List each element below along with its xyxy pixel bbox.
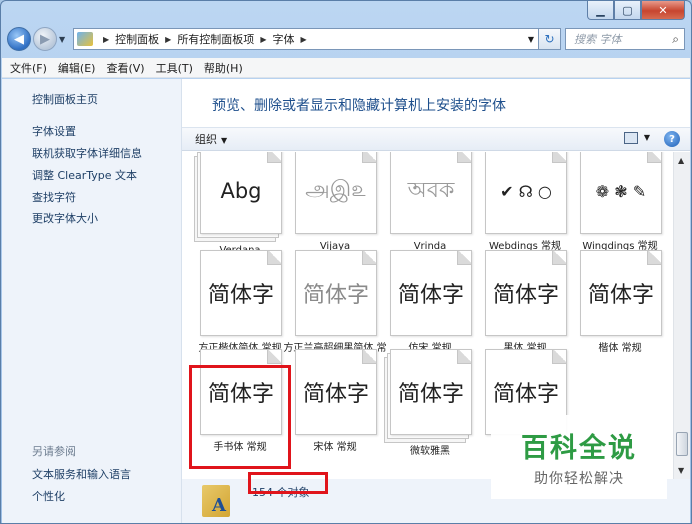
fonts-folder-icon [77,32,93,46]
help-icon[interactable]: ? [664,131,680,147]
scroll-down-icon[interactable]: ▼ [678,466,684,475]
close-button[interactable]: ✕ [641,1,685,20]
font-sample: 简体字 [492,283,559,308]
sidebar-link-find-character[interactable]: 查找字符 [32,189,76,205]
vertical-scrollbar[interactable]: ▲ ▼ [673,152,690,523]
forward-arrow-icon: ▶ [40,31,50,47]
sidebar-link-font-size[interactable]: 更改字体大小 [32,210,98,226]
font-sample: அஇ௨ [305,177,367,202]
see-also-title: 另请参阅 [32,445,76,458]
font-preview-page: 简体字 [390,349,472,435]
font-preview-page: 简体字 [485,250,567,336]
refresh-button[interactable]: ↻ [539,28,561,50]
watermark: 百科全说 助你轻松解决 [491,415,667,499]
font-sample: 简体字 [492,382,559,407]
menu-help[interactable]: 帮助(H) [204,60,243,76]
menu-file[interactable]: 文件(F) [10,60,47,76]
breadcrumb-control-panel[interactable]: 控制面板 ▶ [115,31,171,47]
font-sample: 简体字 [302,382,369,407]
window-controls: ▁ ▢ ✕ [587,1,685,20]
font-sample: 简体字 [397,382,464,407]
menu-bar: 文件(F) 编辑(E) 查看(V) 工具(T) 帮助(H) [2,58,690,78]
watermark-subtitle: 助你轻松解决 [534,471,624,487]
font-sample: 简体字 [587,283,654,308]
font-name-label: 宋体 常规 [313,442,357,453]
organize-button[interactable]: 组织 ▼ [195,131,227,147]
back-arrow-icon: ◀ [14,31,24,47]
page-title: 预览、删除或者显示和隐藏计算机上安装的字体 [212,98,506,114]
view-dropdown-icon[interactable]: ▼ [644,133,650,142]
maximize-button[interactable]: ▢ [614,1,641,20]
watermark-title: 百科全说 [521,433,637,464]
sidebar-link-text-services[interactable]: 文本服务和输入语言 [32,466,131,482]
font-sample: 简体字 [207,283,274,308]
recent-pages-dropdown[interactable]: ▼ [59,35,69,44]
breadcrumb-label: 所有控制面板项 [177,33,255,46]
font-preview-page: ❁ ❃ ✎ [580,152,662,234]
sidebar-link-cleartype[interactable]: 调整 ClearType 文本 [32,167,137,183]
font-preview-page: 简体字 [580,250,662,336]
address-bar[interactable]: ▶ 控制面板 ▶ 所有控制面板项 ▶ 字体 ▶ ▼ [73,28,539,50]
font-name-label: 楷体 常规 [598,343,642,354]
font-preview-page: 简体字 [295,250,377,336]
font-sample: অবক [407,177,455,203]
font-sample: ✔ ☊ ○ [500,181,552,201]
scrollbar-thumb[interactable] [676,432,688,456]
menu-tools[interactable]: 工具(T) [156,60,193,76]
forward-button[interactable]: ▶ [33,27,57,51]
font-preview-page: 简体字 [295,349,377,435]
view-options-icon[interactable] [624,132,638,144]
refresh-icon: ↻ [544,32,555,46]
menu-edit[interactable]: 编辑(E) [58,60,96,76]
breadcrumb-all-items[interactable]: 所有控制面板项 ▶ [177,31,266,47]
font-highlight-box [189,365,291,469]
count-highlight-box [248,472,328,494]
font-sample: Abg [220,179,262,203]
font-preview-page: ✔ ☊ ○ [485,152,567,234]
sidebar: 控制面板主页 字体设置 联机获取字体详细信息 调整 ClearType 文本 查… [2,79,182,523]
font-preview-page: অবক [390,152,472,234]
breadcrumb-label: 控制面板 [115,33,160,46]
font-name-label: 微软雅黑 [410,446,450,457]
sidebar-home-link[interactable]: 控制面板主页 [32,91,98,107]
search-input[interactable]: 搜索 字体 ⌕ [565,28,685,50]
chevron-down-icon: ▼ [221,136,228,145]
font-sample: 简体字 [397,283,464,308]
breadcrumb-label: 字体 [272,33,295,46]
fonts-folder-large-icon: A [202,485,230,517]
breadcrumb-root-arrow[interactable]: ▶ [97,35,109,44]
scroll-up-icon[interactable]: ▲ [678,156,684,165]
font-preview-page: Abg [200,152,282,234]
sidebar-link-online-info[interactable]: 联机获取字体详细信息 [32,145,142,161]
command-bar: 组织 ▼ ▼ ? [182,127,690,151]
font-preview-page: அஇ௨ [295,152,377,234]
minimize-button[interactable]: ▁ [587,1,614,20]
menu-view[interactable]: 查看(V) [106,60,144,76]
font-sample: 简体字 [302,283,369,308]
organize-label: 组织 [195,133,217,146]
font-sample: ❁ ❃ ✎ [595,181,647,201]
font-preview-page: 简体字 [390,250,472,336]
sidebar-link-font-settings[interactable]: 字体设置 [32,123,76,139]
breadcrumb-fonts[interactable]: 字体 ▶ [272,31,306,47]
search-placeholder: 搜索 字体 [574,33,622,46]
search-icon[interactable]: ⌕ [672,32,679,47]
font-preview-page: 简体字 [200,250,282,336]
address-dropdown-icon[interactable]: ▼ [524,35,538,44]
address-row: ◀ ▶ ▼ ▶ 控制面板 ▶ 所有控制面板项 ▶ 字体 ▶ ▼ ↻ 搜索 字体 ⌕ [7,25,685,53]
explorer-window: ▁ ▢ ✕ ◀ ▶ ▼ ▶ 控制面板 ▶ 所有控制面板项 ▶ 字体 ▶ ▼ ↻ 搜索 … [0,0,692,524]
sidebar-link-personalize[interactable]: 个性化 [32,488,65,504]
back-button[interactable]: ◀ [7,27,31,51]
